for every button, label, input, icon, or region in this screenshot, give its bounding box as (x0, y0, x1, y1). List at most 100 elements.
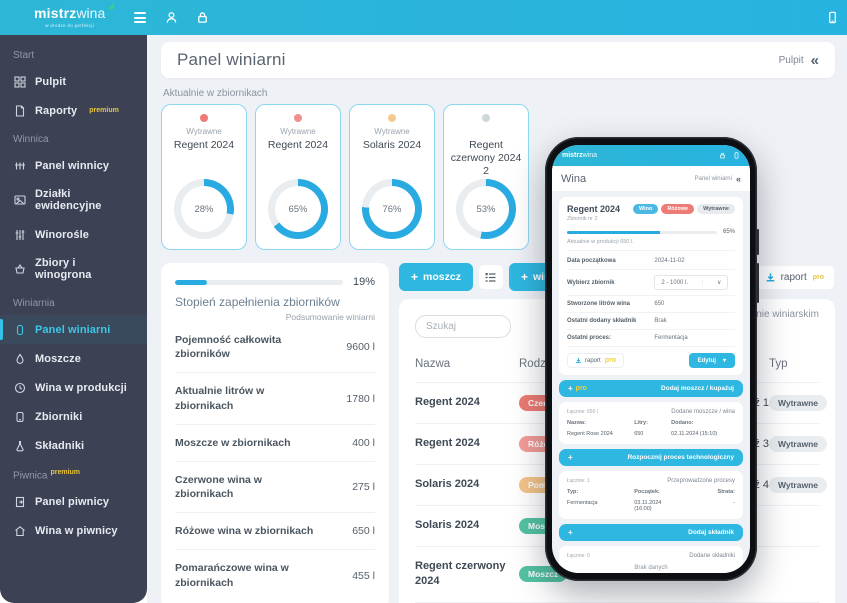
premium-badge: premium (89, 107, 119, 114)
collapse-icon[interactable]: « (736, 174, 741, 184)
field-row: Ostatni proces: Fermentacja (567, 330, 735, 347)
fill-donut: 28% (174, 179, 234, 239)
add-ingredient-band[interactable]: + Dodaj składnik (559, 524, 743, 541)
phone-page-title: Wina (561, 172, 587, 185)
droplet-icon (13, 352, 26, 365)
tank-card[interactable]: Wytrawne Regent 2024 65% (255, 104, 341, 250)
card-caption: Dodane moszcze / wina (671, 409, 735, 415)
sidebar-item-pulpit[interactable]: Pulpit (0, 67, 147, 96)
tank-type: Wytrawne (374, 127, 410, 136)
sidebar-item-wina-w-produkcji[interactable]: Wina w produkcji (0, 373, 147, 402)
wine-badge: Wino (632, 204, 659, 214)
lock-icon[interactable] (195, 11, 209, 25)
fill-percent: 28% (194, 203, 214, 215)
breadcrumb[interactable]: Pulpit (779, 55, 804, 66)
menu-icon[interactable] (133, 11, 147, 25)
sidebar-item-wina-w-piwnicy[interactable]: Wina w piwnicy (0, 516, 147, 545)
logo-tagline: w drodze do perfekcji (45, 23, 95, 29)
sidebar-item-dzialki[interactable]: Działki ewidencyjne (0, 180, 147, 220)
pro-badge: pro (575, 385, 587, 392)
logo[interactable]: mistrzwina w drodze do perfekcji (34, 2, 115, 29)
sidebar-item-zbiorniki[interactable]: Zbiorniki (0, 402, 147, 431)
collapse-icon[interactable]: « (811, 53, 819, 68)
wine-badge: Wytrawne (697, 204, 735, 214)
wine-badge: Różowe (661, 204, 695, 214)
phone-icon[interactable] (825, 11, 839, 25)
field-row: Stworzone litrów wina 650 (567, 296, 735, 313)
logo-text-accent: wina (76, 5, 106, 22)
add-moszcz-button[interactable]: + moszcz (399, 263, 473, 291)
plus-icon: + (568, 528, 573, 537)
sidebar-item-skladniki[interactable]: Składniki (0, 431, 147, 460)
summary-subtitle: Podsumowanie winiarni (285, 312, 375, 322)
search-input[interactable] (415, 315, 511, 338)
lock-icon[interactable] (719, 152, 726, 159)
phone-icon[interactable] (733, 152, 740, 159)
phone-logo: mistrzwina (562, 152, 598, 159)
start-process-band[interactable]: + Rozpocznij proces technologiczny (559, 449, 743, 466)
phone-screen: mistrzwina Wina Panel winiarni « Regent … (552, 145, 750, 573)
summary-title: Stopień zapełnienia zbiorników (175, 295, 340, 309)
map-icon (13, 194, 26, 207)
card-caption: Dodane składniki (689, 553, 735, 559)
download-icon (576, 357, 581, 364)
logo-flag-icon (107, 2, 115, 10)
phone-wine-card: Regent 2024 Zbiornik nr 2 Wino Różowe Wy… (559, 197, 743, 375)
report-button[interactable]: raport pro (753, 264, 835, 290)
sidebar-item-panel-piwnicy[interactable]: Panel piwnicy (0, 487, 147, 516)
fill-percent: 65% (288, 203, 308, 215)
fill-percent: 53% (476, 203, 496, 215)
total-label: Łącznie: 0 (567, 553, 590, 559)
total-label: Łącznie: 1 (567, 478, 590, 484)
fill-progressbar (175, 279, 343, 285)
type-badge: Wytrawne (769, 477, 827, 493)
sidebar-item-moszcze[interactable]: Moszcze (0, 344, 147, 373)
clock-icon (13, 381, 26, 394)
status-dot (294, 114, 302, 122)
basket-icon (13, 263, 26, 276)
sidebar-item-zbiory[interactable]: Zbiory i winogrona (0, 249, 147, 289)
fill-percent: 76% (382, 203, 402, 215)
grid-icon (13, 75, 26, 88)
sliders-icon (13, 228, 26, 241)
phone-page-header: Wina Panel winiarni « (552, 166, 750, 191)
sidebar-section-winnica: Winnica (13, 134, 49, 145)
sidebar-item-panel-winnicy[interactable]: Panel winnicy (0, 151, 147, 180)
tanks-section-label: Aktualnie w zbiornikach (163, 88, 268, 99)
sidebar-item-raporty[interactable]: Raporty premium (0, 96, 147, 125)
tank-name: Regent 2024 (173, 139, 235, 151)
sidebar: Start Pulpit Raporty premium Winnica Pan… (0, 35, 147, 603)
sidebar-item-panel-winiarni[interactable]: Panel winiarni (0, 315, 147, 344)
report-button[interactable]: raport pro (567, 353, 624, 368)
summary-row: Czerwone wina w zbiornikach 275 l (175, 462, 375, 514)
wine-progressbar (567, 230, 717, 234)
summary-card: 19% Stopień zapełnienia zbiorników Podsu… (161, 263, 389, 603)
sidebar-section-start: Start (13, 50, 35, 61)
sidebar-item-winorosle[interactable]: Winorośle (0, 220, 147, 249)
pro-badge: pro (812, 273, 824, 281)
add-moszcz-band[interactable]: + pro Dodaj moszcz / kupażuj (559, 380, 743, 397)
phone-mockup: mistrzwina Wina Panel winiarni « Regent … (545, 137, 759, 581)
col-typ: Typ (769, 358, 788, 370)
page-header: Panel winiarni Pulpit « (161, 42, 835, 78)
user-icon[interactable] (164, 11, 178, 25)
summary-row: Aktualnie litrów w zbiornikach 1780 l (175, 373, 375, 425)
fill-progress-label: 19% (352, 276, 375, 288)
production-note: Aktualnie w produkcji 650 l. (567, 239, 735, 251)
tank-card[interactable]: Wytrawne Solaris 2024 76% (349, 104, 435, 250)
tank-name: Solaris 2024 (362, 139, 422, 151)
fill-donut: 76% (362, 179, 422, 239)
tank-name: Regent 2024 (267, 139, 329, 151)
plus-icon: + (568, 453, 573, 462)
tank-select[interactable]: 2 - 1000 l. | ∨ (654, 275, 729, 290)
home-icon (13, 524, 26, 537)
phone-breadcrumb[interactable]: Panel winiarni (695, 176, 732, 182)
app-window: mistrzwina w drodze do perfekcji Start P… (0, 0, 847, 603)
col-nazwa: Nazwa (415, 358, 451, 370)
sidebar-section-winiarnia: Winiarnia (13, 298, 55, 309)
tank-card[interactable]: Wytrawne Regent 2024 28% (161, 104, 247, 250)
list-view-button[interactable] (478, 265, 503, 289)
type-badge: Wytrawne (769, 395, 827, 411)
tank-card[interactable]: Regent czerwony 2024 2 53% (443, 104, 529, 250)
edit-button[interactable]: Edytuj ▾ (688, 353, 735, 368)
